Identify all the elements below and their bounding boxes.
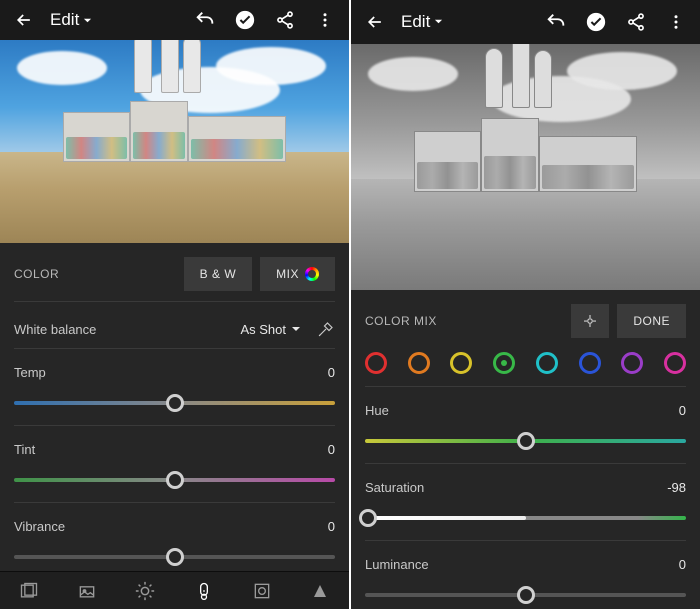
bottom-tabs — [0, 571, 349, 609]
undo-icon[interactable] — [536, 2, 576, 42]
tint-value: 0 — [328, 442, 335, 457]
vibrance-label: Vibrance — [14, 519, 65, 534]
confirm-icon[interactable] — [576, 2, 616, 42]
mix-button[interactable]: MIX — [260, 257, 335, 291]
swatch-aqua[interactable] — [536, 352, 558, 374]
target-adjust-button[interactable] — [571, 304, 609, 338]
luminance-slider[interactable] — [365, 593, 686, 597]
hue-value: 0 — [679, 403, 686, 418]
swatch-magenta[interactable] — [664, 352, 686, 374]
edit-dropdown[interactable]: Edit — [395, 12, 449, 32]
vibrance-value: 0 — [328, 519, 335, 534]
tab-light[interactable] — [116, 572, 174, 609]
luminance-value: 0 — [679, 557, 686, 572]
right-screen: Edit — [351, 0, 700, 609]
temp-slider[interactable] — [14, 401, 335, 405]
caret-down-icon — [291, 324, 301, 334]
top-bar: Edit — [351, 0, 700, 44]
tab-presets[interactable] — [0, 572, 58, 609]
target-icon — [581, 312, 599, 330]
tab-effects[interactable] — [233, 572, 291, 609]
back-icon[interactable] — [355, 2, 395, 42]
edit-dropdown[interactable]: Edit — [44, 10, 98, 30]
color-mix-panel: COLOR MIX DONE Hue 0 Saturation -98 Lumi… — [351, 290, 700, 609]
saturation-value: -98 — [667, 480, 686, 495]
photo-preview[interactable] — [351, 44, 700, 290]
done-button[interactable]: DONE — [617, 304, 686, 338]
tint-label: Tint — [14, 442, 35, 457]
swatch-green[interactable] — [493, 352, 515, 374]
tab-detail[interactable] — [291, 572, 349, 609]
tint-slider[interactable] — [14, 478, 335, 482]
undo-icon[interactable] — [185, 0, 225, 40]
temp-label: Temp — [14, 365, 46, 380]
panel-title: COLOR — [14, 267, 59, 281]
bw-button[interactable]: B & W — [184, 257, 253, 291]
tab-crop[interactable] — [58, 572, 116, 609]
swatch-blue[interactable] — [579, 352, 601, 374]
swatch-red[interactable] — [365, 352, 387, 374]
color-panel: COLOR B & W MIX White balance As Shot Te… — [0, 243, 349, 571]
header-title: Edit — [50, 10, 79, 30]
swatch-purple[interactable] — [621, 352, 643, 374]
caret-down-icon — [434, 17, 443, 26]
hue-label: Hue — [365, 403, 389, 418]
confirm-icon[interactable] — [225, 0, 265, 40]
white-balance-label: White balance — [14, 322, 96, 337]
eyedropper-icon[interactable] — [301, 320, 335, 338]
color-wheel-icon — [305, 267, 319, 281]
header-title: Edit — [401, 12, 430, 32]
white-balance-dropdown[interactable]: As Shot — [240, 322, 301, 337]
panel-title: COLOR MIX — [365, 314, 437, 328]
luminance-label: Luminance — [365, 557, 429, 572]
share-icon[interactable] — [616, 2, 656, 42]
hue-slider[interactable] — [365, 439, 686, 443]
photo-preview[interactable] — [0, 40, 349, 243]
back-icon[interactable] — [4, 0, 44, 40]
overflow-icon[interactable] — [305, 0, 345, 40]
share-icon[interactable] — [265, 0, 305, 40]
swatch-orange[interactable] — [408, 352, 430, 374]
color-swatches — [365, 346, 686, 378]
caret-down-icon — [83, 16, 92, 25]
overflow-icon[interactable] — [656, 2, 696, 42]
tab-color[interactable] — [175, 572, 233, 609]
temp-value: 0 — [328, 365, 335, 380]
top-bar: Edit — [0, 0, 349, 40]
vibrance-slider[interactable] — [14, 555, 335, 559]
swatch-yellow[interactable] — [450, 352, 472, 374]
left-screen: Edit — [0, 0, 349, 609]
saturation-slider[interactable] — [365, 516, 686, 520]
saturation-label: Saturation — [365, 480, 424, 495]
